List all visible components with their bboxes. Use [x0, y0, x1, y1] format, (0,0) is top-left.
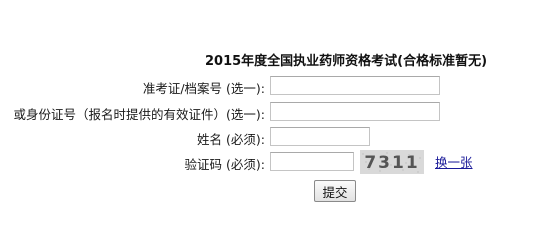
captcha-text: 7311	[364, 153, 419, 173]
exam-number-input[interactable]	[270, 76, 440, 95]
captcha-image: 7311	[360, 150, 424, 174]
form-title: 2015年度全国执业药师资格考试(合格标准暂无)	[205, 54, 488, 69]
id-number-label: 或身份证号（报名时提供的有效证件）(选一):	[13, 107, 265, 122]
captcha-label: 验证码 (必须):	[184, 157, 265, 172]
id-number-input[interactable]	[270, 102, 440, 121]
exam-number-label: 准考证/档案号 (选一):	[142, 81, 265, 96]
name-label: 姓名 (必须):	[197, 132, 265, 147]
name-input[interactable]	[270, 127, 370, 146]
refresh-captcha-link[interactable]: 换一张	[435, 152, 473, 171]
captcha-input[interactable]	[270, 152, 354, 171]
submit-button[interactable]: 提交	[314, 180, 356, 202]
